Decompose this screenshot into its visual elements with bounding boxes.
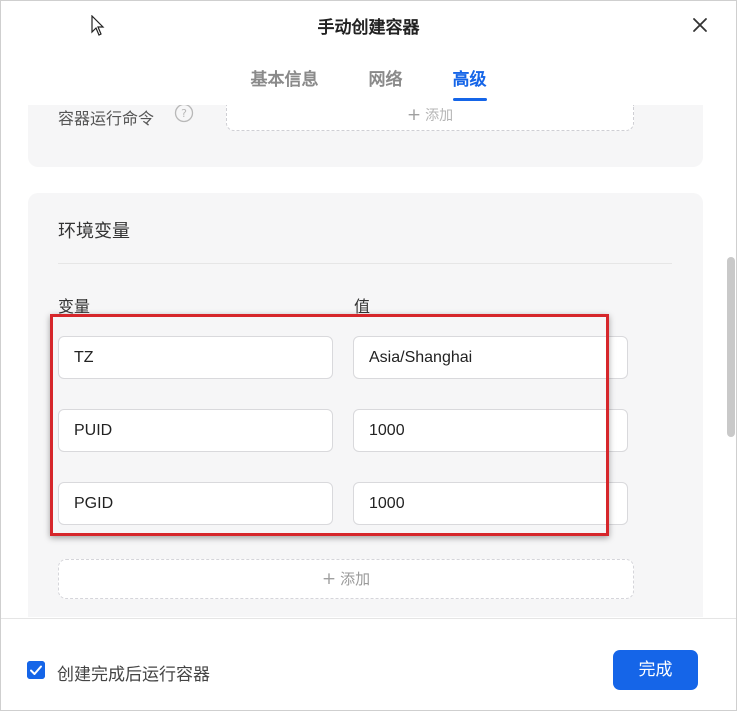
env-key-input[interactable]: PUID [58,409,333,452]
run-command-label: 容器运行命令 [58,109,155,128]
scrollbar-thumb[interactable] [727,257,735,437]
divider [58,263,672,264]
env-value-input[interactable]: 1000 [353,409,628,452]
run-after-create-checkbox[interactable] [27,661,45,679]
run-after-create-label[interactable]: 创建完成后运行容器 [57,660,210,685]
tab-basic-info[interactable]: 基本信息 [251,65,319,101]
add-run-command-label: 添加 [425,108,454,124]
add-run-command-button[interactable]: + 添加 [226,105,634,131]
env-row: PGID 1000 [58,482,698,526]
dialog-footer: 创建完成后运行容器 完成 [1,618,736,710]
env-value-input[interactable]: Asia/Shanghai [353,336,628,379]
settings-scroll-area[interactable]: 容器运行命令 ? + 添加 环境变量 变量 值 TZ Asia/Shanghai … [1,105,736,617]
tab-bar: 基本信息 网络 高级 [1,65,736,105]
help-icon[interactable]: ? [174,105,194,123]
plus-icon: + [406,105,422,125]
env-vars-card: 环境变量 变量 值 TZ Asia/Shanghai PUID 1000 PGI… [28,193,703,617]
env-vars-title: 环境变量 [58,221,130,242]
tab-network[interactable]: 网络 [369,65,403,101]
env-row: PUID 1000 [58,409,698,453]
dialog-title: 手动创建容器 [317,18,420,38]
run-command-card: 容器运行命令 ? + 添加 [28,105,703,167]
env-row: TZ Asia/Shanghai [58,336,698,380]
add-env-var-button[interactable]: + 添加 [58,559,634,599]
done-button[interactable]: 完成 [613,650,698,690]
env-key-header: 变量 [58,297,91,316]
svg-text:?: ? [181,107,187,120]
add-env-var-label: 添加 [340,570,371,588]
tab-advanced[interactable]: 高级 [452,65,487,101]
env-key-input[interactable]: PGID [58,482,333,525]
create-container-dialog: 手动创建容器 基本信息 网络 高级 容器运行命令 ? +添加 环境变量 变量 [0,0,737,711]
env-value-header: 值 [354,297,371,316]
env-key-input[interactable]: TZ [58,336,333,379]
plus-icon: + [321,569,337,589]
mouse-cursor-icon [91,15,105,36]
close-icon[interactable] [688,13,712,37]
dialog-titlebar: 手动创建容器 [1,1,736,49]
env-value-input[interactable]: 1000 [353,482,628,525]
